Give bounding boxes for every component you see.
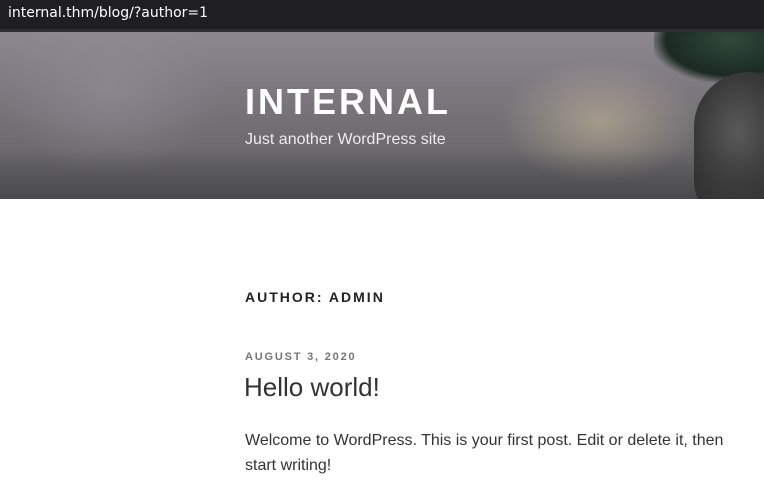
site-title[interactable]: INTERNAL <box>245 84 451 120</box>
post-excerpt: Welcome to WordPress. This is your first… <box>245 432 724 474</box>
site-header: INTERNAL Just another WordPress site <box>0 32 764 199</box>
archive-page-title: Author: admin <box>245 289 385 305</box>
post-date-link[interactable]: August 3, 2020 <box>245 351 356 363</box>
header-image-shade <box>0 149 764 199</box>
browser-address-bar[interactable]: internal.thm/blog/?author=1 <box>0 0 764 32</box>
post-title-link[interactable]: Hello world! <box>244 372 380 403</box>
url-text[interactable]: internal.thm/blog/?author=1 <box>8 5 208 21</box>
site-description: Just another WordPress site <box>245 131 446 148</box>
